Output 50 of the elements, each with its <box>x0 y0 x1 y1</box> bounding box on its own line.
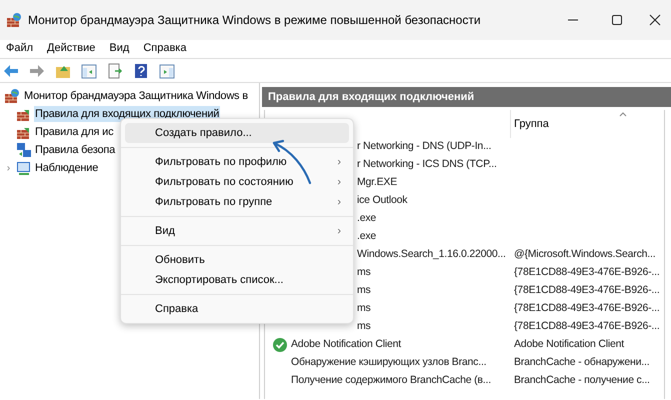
rule-group: {78E1CD88-49E3-476E-B926-... <box>511 301 660 317</box>
pane-title: Правила для входящих подключений <box>268 90 474 105</box>
linked-computers-icon <box>16 142 32 158</box>
window-title: Монитор брандмауэра Защитника Windows в режиме повышенной безопасности <box>28 12 481 29</box>
tree-item[interactable]: Правила для ис <box>34 124 114 140</box>
rule-group: BranchCache - обнаружени... <box>511 355 650 371</box>
rule-group: {78E1CD88-49E3-476E-B926-... <box>511 283 660 299</box>
rule-name: Обнаружение кэширующих узлов Branc... <box>291 355 486 370</box>
rule-name: ms <box>357 319 371 334</box>
column-header[interactable]: Группа <box>511 116 549 132</box>
rule-group: BranchCache - получение с... <box>511 373 650 389</box>
firewall-icon <box>4 88 20 104</box>
menu-item[interactable]: Действие <box>47 40 96 57</box>
menu-entry[interactable]: Обновить <box>125 250 349 270</box>
rule-name: Windows.Search_1.16.0.22000... <box>357 247 506 262</box>
rule-name: Adobe Notification Client <box>291 337 401 352</box>
rule-name: r Networking - ICS DNS (TCP... <box>357 157 497 172</box>
menu-entry[interactable]: Фильтровать по группе › <box>125 192 349 212</box>
sort-caret-icon <box>618 112 627 117</box>
rule-group: {78E1CD88-49E3-476E-B926-... <box>511 319 660 335</box>
menu-entry[interactable]: Справка <box>125 299 349 319</box>
rule-group: @{Microsoft.Windows.Search... <box>511 247 656 263</box>
firewall-icon <box>6 12 22 28</box>
rule-name: ms <box>357 283 371 298</box>
menu-item[interactable]: Вид <box>109 40 130 57</box>
tree-item[interactable]: Правила безопа <box>34 142 116 158</box>
monitor-chart-icon <box>16 160 32 176</box>
rule-name: .exe <box>357 229 376 244</box>
tree-item[interactable]: Монитор брандмауэра Защитника Windows в <box>24 88 248 104</box>
menu-entry[interactable]: Создать правило... <box>125 123 349 143</box>
close-icon[interactable] <box>649 14 661 26</box>
rule-name: ms <box>357 301 371 316</box>
rule-name: Получение содержимого BranchCache (в... <box>291 373 491 388</box>
tree-item[interactable]: Наблюдение <box>34 160 100 176</box>
maximize-icon[interactable] <box>611 14 623 26</box>
menu-entry[interactable]: Фильтровать по состоянию › <box>125 172 349 192</box>
menu-entry[interactable]: Фильтровать по профилю › <box>125 152 349 172</box>
rule-group: Adobe Notification Client <box>511 337 624 353</box>
rule-group: {78E1CD88-49E3-476E-B926-... <box>511 265 660 281</box>
rule-name: Mgr.EXE <box>357 175 398 190</box>
menu-entry[interactable]: Экспортировать список... <box>125 270 349 290</box>
rule-name: .exe <box>357 211 376 226</box>
rule-name: ice Outlook <box>357 193 408 208</box>
menu-entry[interactable]: Вид › <box>125 221 349 241</box>
rule-name: r Networking - DNS (UDP-In... <box>357 139 492 154</box>
check-icon <box>273 338 287 352</box>
menu-item[interactable]: Файл <box>6 40 34 57</box>
menu-item[interactable]: Справка <box>143 40 186 57</box>
rule-name: ms <box>357 265 371 280</box>
expand-caret[interactable]: › <box>6 160 10 176</box>
